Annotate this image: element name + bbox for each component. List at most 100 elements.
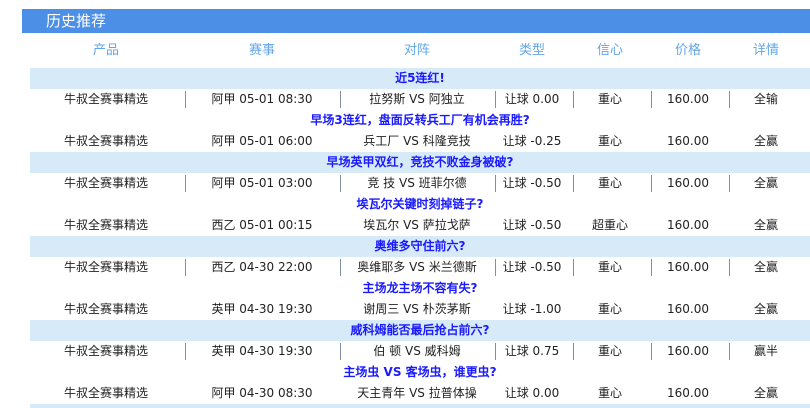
matchup-cell[interactable]: 奥维耶多 VS 米兰德斯 [357,257,476,278]
column-divider [729,259,730,276]
confidence-cell: 重心 [597,386,623,400]
confidence-cell: 重心 [597,134,623,148]
column-header-product: 产品 [92,43,120,58]
result-cell: 全赢 [753,218,779,232]
column-divider [573,91,574,108]
row-details: 牛叔全赛事精选 阿甲 05-01 03:00 竞 技 VS 班菲尔德 让球 -0.50… [30,173,810,194]
product-cell: 牛叔全赛事精选 [63,176,149,190]
type-cell: 让球 -1.00 [502,302,562,316]
result-cell: 全赢 [753,386,779,400]
history-table: 近5连红! 牛叔全赛事精选 阿甲 05-01 08:30 拉努斯 VS 阿独立 让球 0… [30,68,810,408]
price-cell: 160.00 [667,92,709,106]
column-divider [729,91,730,108]
table-row[interactable]: 主场虫 VS 客场虫，谁更虫? 牛叔全赛事精选 阿甲 04-30 08:30 天主青年… [30,362,810,404]
table-row[interactable]: 早场3连红，盘面反转兵工厂有机会再胜? 牛叔全赛事精选 阿甲 05-01 06:00… [30,110,810,152]
column-divider [573,259,574,276]
result-cell: 全赢 [753,302,779,316]
confidence-cell: 重心 [597,302,623,316]
section-header: 历史推荐 [22,9,810,33]
column-divider [729,343,730,360]
event-cell: 阿甲 05-01 03:00 [211,176,313,190]
result-cell: 全赢 [753,176,779,190]
matchup-cell[interactable]: 伯 顿 VS 威科姆 [373,341,460,362]
section-title: 历史推荐 [46,12,107,30]
row-details: 牛叔全赛事精选 西乙 05-01 00:15 埃瓦尔 VS 萨拉戈萨 让球 -0.50… [30,215,810,236]
event-cell: 阿甲 05-01 06:00 [211,134,313,148]
confidence-cell: 重心 [597,344,623,358]
column-divider [495,259,496,276]
result-cell: 全赢 [753,134,779,148]
row-headline-link[interactable]: 奥维多守住前六? [30,236,810,256]
row-details: 牛叔全赛事精选 阿甲 05-01 06:00 兵工厂 VS 科隆竞技 让球 -0.25… [30,131,810,152]
product-cell: 牛叔全赛事精选 [63,386,149,400]
event-cell: 英甲 04-30 19:30 [211,344,313,358]
column-divider [185,343,186,360]
column-divider [340,259,341,276]
type-cell: 让球 0.00 [504,386,560,400]
price-cell: 160.00 [667,134,709,148]
column-divider [185,259,186,276]
row-details: 牛叔全赛事精选 西乙 04-30 22:00 奥维耶多 VS 米兰德斯 让球 -0.5… [30,257,810,278]
product-cell: 牛叔全赛事精选 [63,92,149,106]
product-cell: 牛叔全赛事精选 [63,134,149,148]
column-divider [495,343,496,360]
table-row[interactable]: 奥维多守住前六? 牛叔全赛事精选 西乙 04-30 22:00 奥维耶多 VS 米兰德… [30,236,810,278]
type-cell: 让球 -0.50 [502,218,562,232]
matchup-cell[interactable]: 谢周三 VS 朴茨茅斯 [363,299,470,320]
column-header-confidence: 信心 [596,43,624,58]
result-cell: 全输 [753,92,779,106]
price-cell: 160.00 [667,176,709,190]
price-cell: 160.00 [667,344,709,358]
product-cell: 牛叔全赛事精选 [63,344,149,358]
row-headline-link[interactable]: 主场虫 VS 客场虫，谁更虫? [30,362,810,382]
result-cell: 赢半 [753,344,779,358]
confidence-cell: 超重心 [591,218,629,232]
table-row[interactable]: 近5连红! 牛叔全赛事精选 阿甲 05-01 08:30 拉努斯 VS 阿独立 让球 0… [30,68,810,110]
event-cell: 西乙 05-01 00:15 [211,218,313,232]
row-headline-link[interactable]: 主场龙主场不容有失? [30,278,810,298]
column-divider [651,175,652,192]
column-divider [185,91,186,108]
row-details: 牛叔全赛事精选 英甲 04-30 19:30 伯 顿 VS 威科姆 让球 0.75 重心… [30,341,810,362]
column-divider [495,91,496,108]
column-header-type: 类型 [518,43,546,58]
price-cell: 160.00 [667,386,709,400]
price-cell: 160.00 [667,260,709,274]
column-divider [573,175,574,192]
matchup-cell[interactable]: 天主青年 VS 拉普体操 [357,383,476,404]
table-row[interactable]: 威科姆能否最后抢占前六? 牛叔全赛事精选 英甲 04-30 19:30 伯 顿 VS … [30,320,810,362]
row-details: 牛叔全赛事精选 阿甲 05-01 08:30 拉努斯 VS 阿独立 让球 0.00 重心… [30,89,810,110]
column-divider [651,343,652,360]
column-header-detail: 详情 [752,43,780,58]
result-cell: 全赢 [753,260,779,274]
column-header-matchup: 对阵 [403,43,431,58]
column-header-price: 价格 [674,43,702,58]
column-divider [340,175,341,192]
column-headers: 产品 赛事 对阵 类型 信心 价格 详情 [30,40,810,62]
table-row[interactable]: 主场龙主场不容有失? 牛叔全赛事精选 英甲 04-30 19:30 谢周三 VS 朴茨… [30,278,810,320]
price-cell: 160.00 [667,218,709,232]
matchup-cell[interactable]: 兵工厂 VS 科隆竞技 [363,131,470,152]
table-row[interactable]: 埃瓦尔关键时刻掉链子? 牛叔全赛事精选 西乙 05-01 00:15 埃瓦尔 VS 萨… [30,194,810,236]
row-headline-link[interactable]: 近5连红! [30,68,810,88]
matchup-cell[interactable]: 拉努斯 VS 阿独立 [369,89,464,110]
row-headline-link[interactable]: 早场3连红，盘面反转兵工厂有机会再胜? [30,110,810,130]
column-divider [340,343,341,360]
type-cell: 让球 0.00 [504,92,560,106]
matchup-cell[interactable]: 埃瓦尔 VS 萨拉戈萨 [363,215,470,236]
type-cell: 让球 0.75 [504,344,560,358]
row-headline-link[interactable]: 埃瓦尔关键时刻掉链子? [30,194,810,214]
product-cell: 牛叔全赛事精选 [63,302,149,316]
confidence-cell: 重心 [597,92,623,106]
column-divider [573,343,574,360]
column-divider [651,259,652,276]
type-cell: 让球 -0.50 [502,176,562,190]
table-row[interactable]: 早场英甲双红，竞技不败金身被破? 牛叔全赛事精选 阿甲 05-01 03:00 竞 技… [30,152,810,194]
matchup-cell[interactable]: 竞 技 VS 班菲尔德 [367,173,466,194]
row-headline-link[interactable]: 威科姆能否最后抢占前六? [30,320,810,340]
row-headline-link[interactable]: 早场英甲双红，竞技不败金身被破? [30,152,810,172]
event-cell: 英甲 04-30 19:30 [211,302,313,316]
type-cell: 让球 -0.25 [502,134,562,148]
column-divider [340,91,341,108]
product-cell: 牛叔全赛事精选 [63,218,149,232]
